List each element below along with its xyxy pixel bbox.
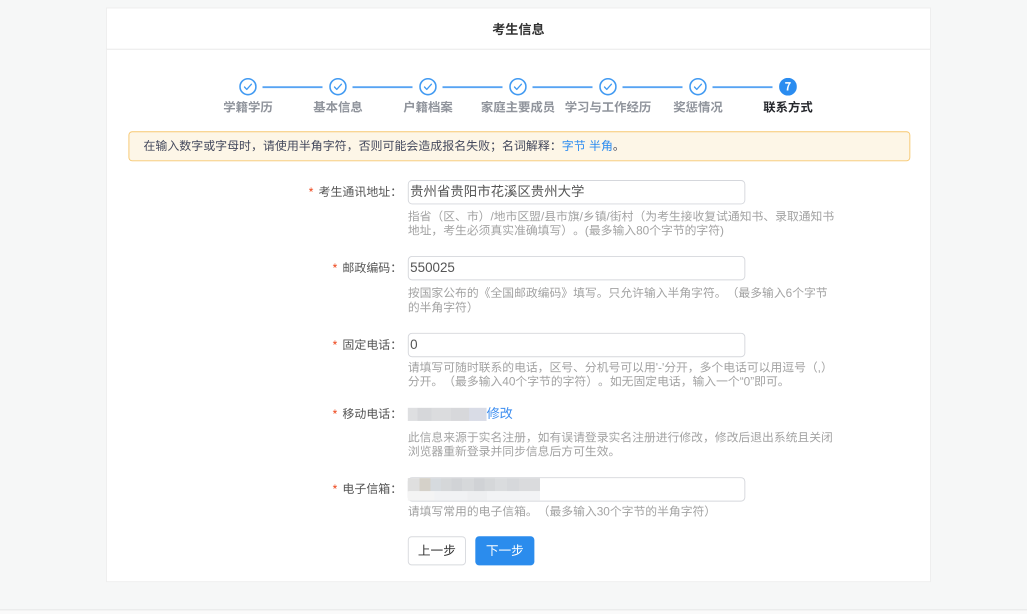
svg-text:7: 7 [785, 79, 792, 95]
